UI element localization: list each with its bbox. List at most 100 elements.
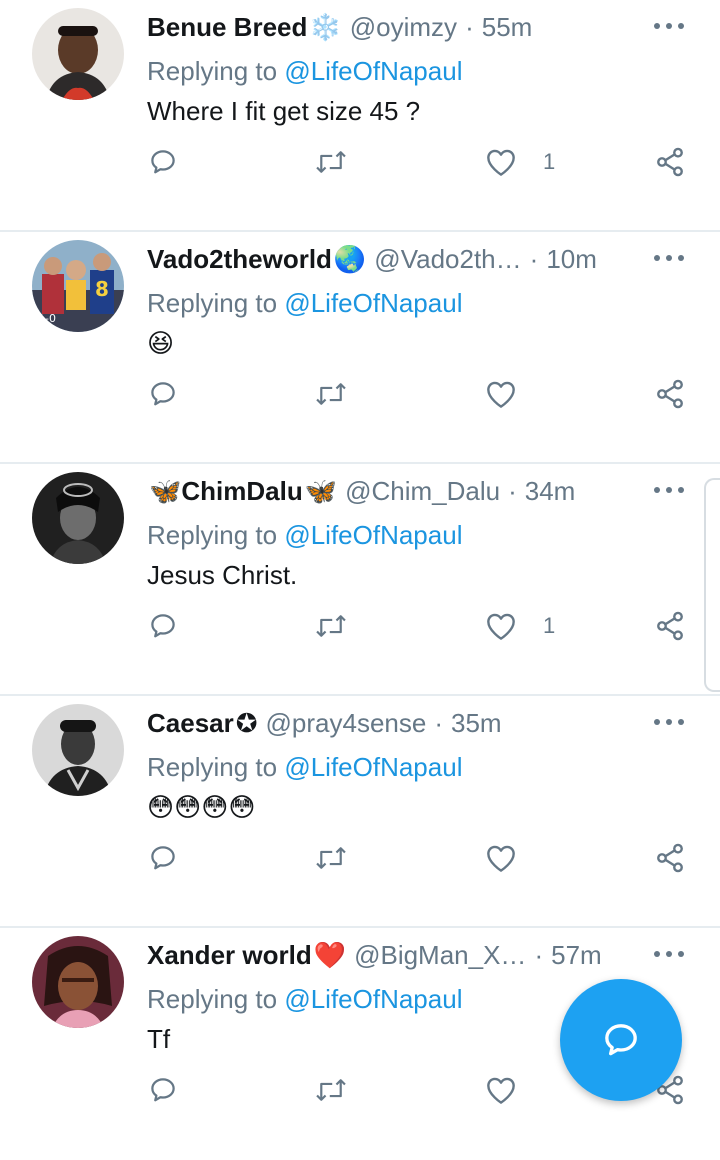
display-name[interactable]: Benue Breed <box>147 12 307 43</box>
timestamp: 34m <box>524 475 576 506</box>
tweet-text: 😳😳😳😳 <box>147 792 256 822</box>
reply-button[interactable] <box>148 606 178 646</box>
scrollbar[interactable] <box>704 478 720 692</box>
tweet-actions: 1 <box>0 142 720 182</box>
retweet-button[interactable] <box>314 374 348 414</box>
avatar[interactable] <box>32 472 124 564</box>
user-handle[interactable]: @oyimzy <box>350 12 457 43</box>
user-handle[interactable]: @pray4sense <box>266 708 427 739</box>
reply-icon <box>151 846 175 870</box>
reply-button[interactable] <box>148 142 178 182</box>
more-options-button[interactable] <box>654 942 684 966</box>
more-icon-dot <box>666 719 672 725</box>
more-icon-dot <box>678 23 684 29</box>
reply-icon <box>151 150 175 174</box>
svg-text:1-0: 1-0 <box>38 312 56 325</box>
retweet-icon <box>316 1079 346 1101</box>
heart-icon <box>487 381 515 408</box>
more-icon-dot <box>678 487 684 493</box>
tweet-actions <box>0 374 720 414</box>
tweet-actions <box>0 838 720 878</box>
more-icon-dot <box>678 255 684 261</box>
tweet-header: Benue Breed ❄️ @oyimzy · 55m <box>147 10 640 44</box>
mention-link[interactable]: @LifeOfNapaul <box>284 752 462 782</box>
mention-link[interactable]: @LifeOfNapaul <box>284 520 462 550</box>
share-icon <box>657 843 683 873</box>
heart-icon <box>487 613 515 640</box>
mention-link[interactable]: @LifeOfNapaul <box>284 288 462 318</box>
share-icon <box>657 147 683 177</box>
retweet-button[interactable] <box>314 606 348 646</box>
separator-dot: · <box>534 939 544 970</box>
replying-to: Replying to @LifeOfNapaul <box>147 752 462 783</box>
replying-label: Replying to <box>147 752 278 782</box>
timestamp: 55m <box>481 11 533 42</box>
like-button[interactable] <box>485 1070 543 1110</box>
more-options-button[interactable] <box>654 710 684 734</box>
more-options-button[interactable] <box>654 14 684 38</box>
timestamp: 35m <box>451 707 502 738</box>
more-icon-dot <box>666 487 672 493</box>
reply-button[interactable] <box>148 1070 178 1110</box>
display-name[interactable]: ChimDalu <box>181 476 302 507</box>
retweet-icon <box>316 847 346 869</box>
user-handle[interactable]: @Chim_Dalu <box>345 476 500 507</box>
tweet-text: Where I fit get size 45 ? <box>147 96 421 126</box>
display-name[interactable]: Vado2theworld <box>147 244 332 275</box>
replying-to: Replying to @LifeOfNapaul <box>147 56 462 87</box>
separator-dot: · <box>434 707 444 738</box>
tweet-header: 🦋 ChimDalu 🦋 @Chim_Dalu · 34m <box>147 474 640 508</box>
mention-link[interactable]: @LifeOfNapaul <box>284 56 462 86</box>
like-button[interactable]: 1 <box>485 606 555 646</box>
share-button[interactable] <box>654 374 686 414</box>
name-emoji: ❤️ <box>313 939 347 970</box>
tweet-reply[interactable]: 8 1-0 Vado2theworld 🌏 @Vado2th… · 10m Replying … <box>0 232 720 464</box>
separator-dot: · <box>529 243 539 274</box>
share-icon <box>657 379 683 409</box>
more-icon-dot <box>654 487 660 493</box>
replying-to: Replying to @LifeOfNapaul <box>147 520 462 551</box>
user-handle[interactable]: @BigMan_X… <box>354 940 526 971</box>
separator-dot: · <box>508 475 517 506</box>
retweet-button[interactable] <box>314 838 348 878</box>
avatar[interactable] <box>32 704 124 796</box>
more-icon-dot <box>678 951 684 957</box>
like-button[interactable] <box>485 374 543 414</box>
avatar[interactable] <box>32 936 124 1028</box>
tweet-reply[interactable]: Caesar ✪ @pray4sense · 35m Replying to @LifeO… <box>0 696 720 928</box>
retweet-button[interactable] <box>314 142 348 182</box>
retweet-icon <box>316 383 346 405</box>
replying-label: Replying to <box>147 288 278 318</box>
compose-reply-button[interactable] <box>560 979 682 1101</box>
separator-dot: · <box>465 11 474 42</box>
more-options-button[interactable] <box>654 478 684 502</box>
name-prefix-emoji: 🦋 <box>149 475 182 506</box>
avatar[interactable]: 8 1-0 <box>32 240 124 332</box>
replying-to: Replying to @LifeOfNapaul <box>147 984 462 1015</box>
share-button[interactable] <box>654 838 686 878</box>
more-options-button[interactable] <box>654 246 684 270</box>
reply-button[interactable] <box>148 838 178 878</box>
replying-label: Replying to <box>147 520 278 550</box>
mention-link[interactable]: @LifeOfNapaul <box>284 984 462 1014</box>
like-count: 1 <box>543 149 556 174</box>
share-button[interactable] <box>654 606 686 646</box>
tweet-reply[interactable]: 🦋 ChimDalu 🦋 @Chim_Dalu · 34m Replying to @Lif… <box>0 464 720 696</box>
more-icon-dot <box>654 719 660 725</box>
retweet-icon <box>316 615 346 637</box>
more-icon-dot <box>666 23 672 29</box>
share-button[interactable] <box>654 142 686 182</box>
tweet-text: Tf <box>147 1024 171 1054</box>
svg-text:8: 8 <box>95 277 109 301</box>
tweet-reply[interactable]: Benue Breed ❄️ @oyimzy · 55m Replying to @Lif… <box>0 0 720 232</box>
display-name[interactable]: Caesar <box>147 708 234 739</box>
user-handle[interactable]: @Vado2th… <box>374 244 521 275</box>
reply-button[interactable] <box>148 374 178 414</box>
more-icon-dot <box>654 951 660 957</box>
avatar[interactable] <box>32 8 124 100</box>
like-button[interactable]: 1 <box>485 142 555 182</box>
retweet-button[interactable] <box>314 1070 348 1110</box>
display-name[interactable]: Xander world <box>147 940 312 971</box>
like-button[interactable] <box>485 838 543 878</box>
share-icon <box>657 611 683 641</box>
